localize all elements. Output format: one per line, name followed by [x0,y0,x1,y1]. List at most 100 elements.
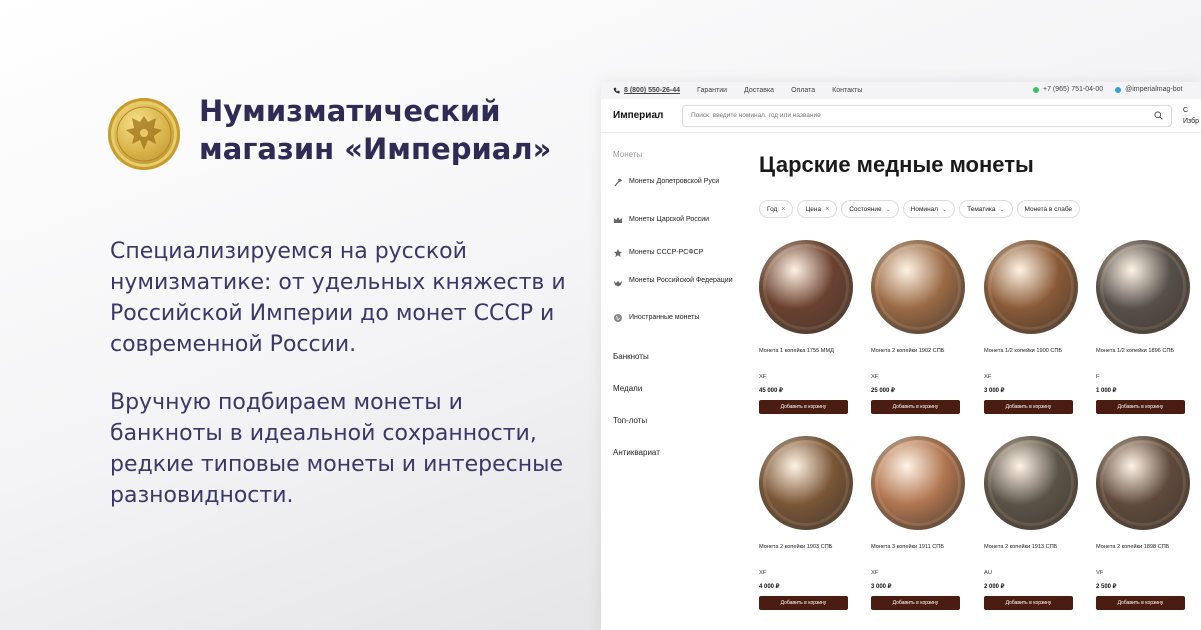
product-card[interactable]: Монета 2 копейки 1898 СПБ VF 2 500 ₽ Доб… [1096,436,1200,610]
product-name[interactable]: Монета 1/2 копейки 1900 СПБ [984,348,1088,354]
product-name[interactable]: Монета 2 копейки 1903 СПБ [759,544,863,550]
site-header: Империал Поиск: введите номинал, год или… [601,99,1201,133]
phone-link[interactable]: 8 (800) 550-26-44 [613,87,680,94]
whatsapp-link[interactable]: +7 (965) 751-04-00 [1033,86,1103,93]
promo-paragraph-selection: Вручную подбираем монеты и банкноты в ид… [110,390,564,508]
coin-image[interactable] [984,240,1078,334]
product-name[interactable]: Монета 1/2 копейки 1896 СПБ [1096,348,1200,354]
nav-link-delivery[interactable]: Доставка [744,87,774,94]
product-price: 2 500 ₽ [1096,584,1117,590]
add-to-cart-button[interactable]: Добавить в корзину [871,400,960,414]
coin-image[interactable] [1096,436,1190,530]
add-to-cart-button[interactable]: Добавить в корзину [759,400,848,414]
sidebar-heading-coins[interactable]: Монеты [613,150,743,159]
product-name[interactable]: Монета 3 копейки 1911 СПБ [871,544,975,550]
product-card[interactable]: Монета 2 копейки 1903 СПБ XF 4 000 ₽ Доб… [759,436,863,610]
sidebar-item-tsarist[interactable]: Монеты Царской России [613,215,743,225]
double-eagle-icon [116,106,172,162]
add-to-cart-button[interactable]: Добавить в корзину [759,596,848,610]
favorites-label: Избр [1183,118,1200,125]
phone-icon [613,87,620,94]
filter-label: Состояние [849,205,882,213]
chevron-down-icon: ⌄ [999,206,1005,213]
shop-screenshot: 8 (800) 550-26-44 Гарантии Доставка Опла… [601,82,1201,630]
product-grade: XF [871,570,879,576]
chevron-down-icon: ⌄ [942,206,948,213]
coin-image[interactable]: ✦ [759,240,853,334]
filter-price[interactable]: Цена × [797,200,838,218]
nav-link-contacts[interactable]: Контакты [832,87,862,94]
sidebar-item-banknotes[interactable]: Банкноты [613,352,649,361]
product-price: 25 000 ₽ [871,388,895,394]
telegram-icon [1115,86,1122,93]
imperial-medal-logo [108,98,180,170]
clear-filter-icon[interactable]: × [781,206,785,213]
product-grade: XF [759,374,767,380]
product-card[interactable]: Монета 1/2 копейки 1900 СПБ XF 3 000 ₽ Д… [984,240,1088,414]
sidebar-item-label: Монеты СССР-РСФСР [629,249,704,256]
product-price: 2 000 ₽ [984,584,1005,590]
product-card[interactable]: Монета 2 копейки 1902 СПБ XF 25 000 ₽ До… [871,240,975,414]
product-name[interactable]: Монета 2 копейки 1902 СПБ [871,348,975,354]
sidebar-item-label: Иностранные монеты [629,314,700,321]
product-card[interactable]: Монета 3 копейки 1911 СПБ XF 3 000 ₽ Доб… [871,436,975,610]
product-name[interactable]: Монета 1 копейка 1755 ММД [759,348,863,354]
telegram-link[interactable]: @imperialmag-bot [1115,86,1182,93]
search-icon[interactable] [1154,111,1163,120]
filter-denomination[interactable]: Номинал ⌄ [902,200,956,218]
product-grade: XF [759,570,767,576]
coin-image[interactable] [871,436,965,530]
nav-link-guarantees[interactable]: Гарантии [697,87,727,94]
nav-link-payment[interactable]: Оплата [791,87,815,94]
add-to-cart-button[interactable]: Добавить в корзину [984,400,1073,414]
promo-paragraph-specialization: Специализируемся на русской нумизматике:… [110,239,566,357]
filter-year[interactable]: Год × [759,200,794,218]
category-sidebar: Монеты Монеты Допетровской Руси Монеты Ц… [613,150,743,457]
sidebar-item-top-lots[interactable]: Топ-лоты [613,416,647,425]
whatsapp-number: +7 (965) 751-04-00 [1043,86,1104,93]
chevron-down-icon: ⌄ [885,206,891,213]
add-to-cart-button[interactable]: Добавить в корзину [1096,400,1185,414]
product-price: 1 000 ₽ [1096,388,1117,394]
product-card[interactable]: Монета 2 копейки 1913 СПБ AU 2 000 ₽ Доб… [984,436,1088,610]
sidebar-item-medals[interactable]: Медали [613,384,642,393]
product-name[interactable]: Монета 2 копейки 1898 СПБ [1096,544,1200,550]
axe-icon [614,178,622,187]
sidebar-item-foreign[interactable]: Иностранные монеты [613,313,743,323]
coin-image[interactable] [759,436,853,530]
sidebar-item-ussr[interactable]: Монеты СССР-РСФСР [613,248,743,258]
product-card[interactable]: Монета 1/2 копейки 1896 СПБ F 1 000 ₽ До… [1096,240,1200,414]
coin-image[interactable] [871,240,965,334]
favorites-link[interactable]: С Избр [1183,105,1199,127]
search-placeholder: Поиск: введите номинал, год или название [691,112,821,119]
filter-label: Цена [805,205,822,213]
filter-condition[interactable]: Состояние ⌄ [841,200,899,218]
catalog-content: Царские медные монеты Год × Цена × Состо… [759,152,1201,610]
product-name[interactable]: Монета 2 копейки 1913 СПБ [984,544,1088,550]
add-to-cart-button[interactable]: Добавить в корзину [1096,596,1185,610]
add-to-cart-button[interactable]: Добавить в корзину [984,596,1073,610]
sidebar-item-antiques[interactable]: Антиквариат [613,448,660,457]
star-icon [613,248,623,257]
product-price: 45 000 ₽ [759,388,783,394]
coin-image[interactable] [1096,240,1190,334]
site-logo[interactable]: Империал [613,110,682,121]
sidebar-item-label: Монеты Российской Федерации [629,277,733,284]
globe-icon [614,314,622,322]
add-to-cart-button[interactable]: Добавить в корзину [871,596,960,610]
sidebar-item-pre-petrine[interactable]: Монеты Допетровской Руси [613,177,743,187]
favorites-icon: С [1183,107,1189,114]
product-price: 4 000 ₽ [759,584,780,590]
coin-image[interactable] [984,436,1078,530]
sidebar-item-label: Монеты Царской России [629,216,710,223]
promo-title: Нумизматический магазин «Империал» [199,94,552,166]
sidebar-item-russian-federation[interactable]: Монеты Российской Федерации [613,276,743,288]
filter-theme[interactable]: Тематика ⌄ [959,200,1013,218]
product-card[interactable]: ✦ Монета 1 копейка 1755 ММД XF 45 000 ₽ … [759,240,863,414]
search-input[interactable]: Поиск: введите номинал, год или название [682,104,1172,127]
filter-slabbed[interactable]: Монета в слабе [1016,200,1081,218]
eagle-icon [614,281,622,287]
whatsapp-icon [1033,86,1039,93]
clear-filter-icon[interactable]: × [825,206,829,213]
product-grade: F [1096,374,1100,380]
